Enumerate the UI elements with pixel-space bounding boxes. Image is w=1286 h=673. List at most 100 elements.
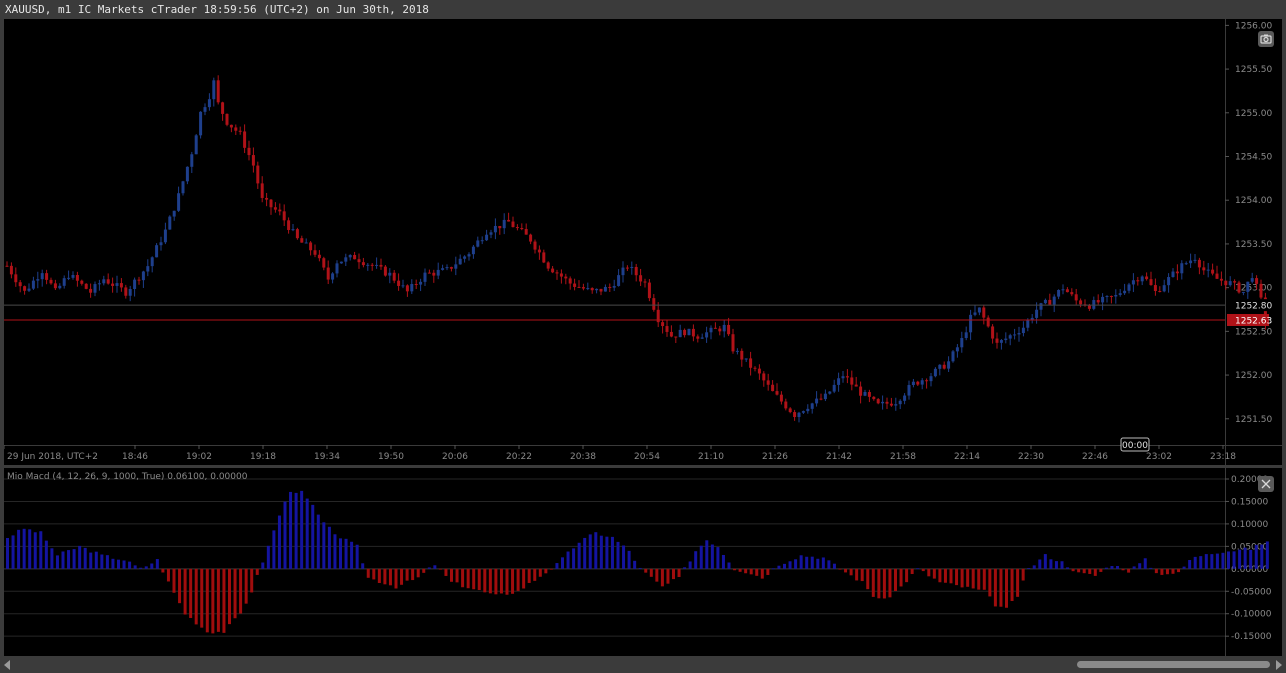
macd-histogram-bar xyxy=(566,551,570,569)
candle-body xyxy=(1131,280,1135,285)
macd-histogram-bar xyxy=(1238,549,1242,569)
macd-indicator-panel[interactable]: 0.20000 0.15000 0.10000 0.05000 0.00000 -0.05… xyxy=(4,468,1282,656)
candle-body xyxy=(881,401,885,404)
macd-histogram-bar xyxy=(33,532,37,569)
macd-histogram-bar xyxy=(1182,566,1186,569)
macd-histogram-bar xyxy=(838,568,842,570)
macd-histogram-bar xyxy=(189,568,193,618)
macd-histogram-bar xyxy=(1077,568,1081,573)
macd-histogram-bar xyxy=(594,532,598,569)
candle-body xyxy=(885,401,889,404)
candle-body xyxy=(828,391,832,394)
candle-body xyxy=(366,264,370,266)
candle-body xyxy=(234,127,238,131)
candle-body xyxy=(1096,300,1100,303)
price-chart[interactable]: 1256.00 1255.50 1255.00 1254.50 1254.00 1253.… xyxy=(3,19,1282,465)
candle-body xyxy=(859,386,863,396)
candle-body xyxy=(410,284,414,292)
candle-body xyxy=(1109,296,1113,298)
screenshot-button[interactable] xyxy=(1258,31,1274,47)
candle-body xyxy=(1180,263,1184,274)
candle-body xyxy=(753,367,757,369)
macd-histogram-bar xyxy=(982,568,986,590)
macd-histogram-bar xyxy=(1160,568,1164,575)
candle-body xyxy=(766,380,770,385)
macd-histogram-bar xyxy=(633,560,637,569)
candle-body xyxy=(920,380,924,385)
macd-chart-canvas[interactable]: 0.200000.150000.100000.050000.00000-0.05… xyxy=(4,468,1282,656)
candle-body xyxy=(1123,290,1127,294)
candle-body xyxy=(700,337,704,339)
candle-body xyxy=(546,262,550,269)
candle-body xyxy=(964,332,968,339)
candle-body xyxy=(119,283,123,288)
candle-body xyxy=(1193,259,1197,261)
price-axis-label: 1255.00 xyxy=(1235,109,1272,119)
candle-body xyxy=(141,271,145,281)
close-indicator-button[interactable] xyxy=(1258,476,1274,492)
candle-body xyxy=(559,273,563,277)
candle-body xyxy=(542,252,546,263)
scroll-left-arrow-icon[interactable] xyxy=(4,660,10,670)
scroll-right-arrow-icon[interactable] xyxy=(1276,660,1282,670)
macd-histogram-bar xyxy=(111,558,115,569)
macd-histogram-bar xyxy=(422,568,426,573)
candle-body xyxy=(683,329,687,336)
candle-body xyxy=(454,264,458,269)
price-axis-label: 1254.00 xyxy=(1235,196,1272,206)
candle-body xyxy=(471,246,475,255)
candle-body xyxy=(97,283,101,285)
candle-body xyxy=(1158,290,1162,292)
macd-histogram-bar xyxy=(871,568,875,597)
macd-histogram-bar xyxy=(6,537,9,569)
candle-body xyxy=(507,219,511,222)
macd-histogram-bar xyxy=(910,568,914,575)
candle-body xyxy=(982,307,986,318)
macd-histogram-bar xyxy=(1243,547,1247,569)
candle-body xyxy=(339,261,343,264)
time-axis-label: 20:38 xyxy=(570,452,596,462)
candle-body xyxy=(713,327,717,329)
time-axis-label: 19:18 xyxy=(250,452,276,462)
macd-histogram-bar xyxy=(283,501,287,569)
candle-body xyxy=(1197,259,1201,268)
candle-body xyxy=(810,403,814,409)
macd-histogram-bar xyxy=(622,545,626,569)
candle-body xyxy=(991,326,995,339)
candle-body xyxy=(331,273,335,280)
macd-histogram-bar xyxy=(527,568,531,583)
candle-body xyxy=(863,392,867,396)
macd-histogram-bar xyxy=(11,535,15,569)
candle-body xyxy=(779,394,783,402)
horizontal-scrollbar[interactable] xyxy=(4,659,1282,670)
macd-histogram-bar xyxy=(1082,568,1086,574)
time-axis-label: 19:50 xyxy=(378,452,404,462)
scroll-thumb[interactable] xyxy=(1077,661,1270,668)
macd-histogram-bar xyxy=(921,568,925,572)
macd-histogram-bar xyxy=(83,547,87,569)
macd-histogram-bar xyxy=(261,562,265,569)
price-chart-canvas[interactable]: 1256.00 1255.50 1255.00 1254.50 1254.00 1253.… xyxy=(3,19,1282,465)
candle-body xyxy=(832,384,836,392)
macd-histogram-bar xyxy=(905,568,909,583)
candle-body xyxy=(392,272,396,281)
candle-body xyxy=(432,272,436,276)
macd-histogram-bar xyxy=(289,491,293,569)
macd-histogram-bar xyxy=(1210,554,1214,569)
macd-histogram-bar xyxy=(721,554,725,569)
candle-body xyxy=(630,266,634,268)
candle-body xyxy=(1136,280,1140,282)
candle-body xyxy=(973,312,977,315)
candle-body xyxy=(788,408,792,413)
macd-histogram-bar xyxy=(855,568,859,581)
candle-body xyxy=(401,285,405,287)
macd-histogram-bar xyxy=(316,514,320,569)
macd-histogram-bar xyxy=(44,540,48,569)
candle-body xyxy=(823,393,827,400)
candle-body xyxy=(722,324,726,332)
candle-body xyxy=(1021,327,1025,334)
candle-body xyxy=(691,328,695,337)
candle-body xyxy=(344,257,348,262)
macd-histogram-bar xyxy=(683,567,687,569)
candle-body xyxy=(1149,279,1153,286)
